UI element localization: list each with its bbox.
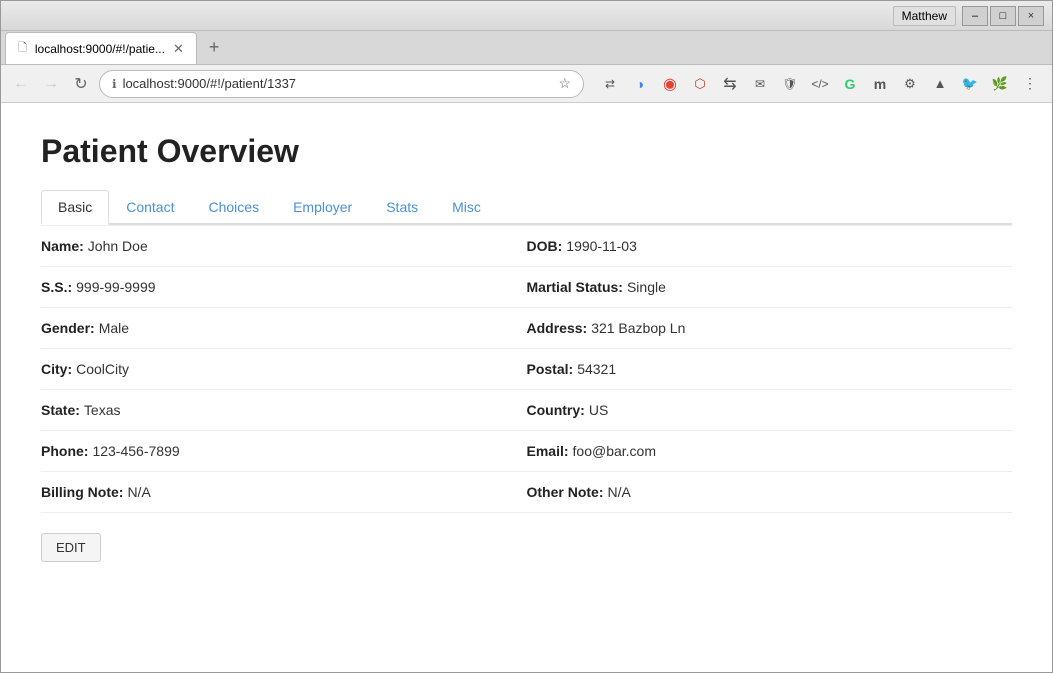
field-label: Martial Status: bbox=[527, 279, 623, 295]
field-label: Gender: bbox=[41, 320, 95, 336]
data-col-left: Billing Note:N/A bbox=[41, 484, 527, 500]
data-col-right: Email:foo@bar.com bbox=[527, 443, 1013, 459]
extension-icon-1[interactable]: ⇄ bbox=[596, 70, 624, 98]
extension-icon-8[interactable]: </> bbox=[806, 70, 834, 98]
data-col-right: Postal:54321 bbox=[527, 361, 1013, 377]
data-col-right: Martial Status:Single bbox=[527, 279, 1013, 295]
extension-icon-12[interactable]: ▲ bbox=[926, 70, 954, 98]
extension-icon-10[interactable]: m bbox=[866, 70, 894, 98]
field-value: US bbox=[589, 402, 608, 418]
close-button[interactable]: × bbox=[1018, 6, 1044, 26]
field-label: State: bbox=[41, 402, 80, 418]
data-col-right: Other Note:N/A bbox=[527, 484, 1013, 500]
data-col-left: Name:John Doe bbox=[41, 238, 527, 254]
address-bar-row: ← → ↻ ℹ localhost:9000/#!/patient/1337 ☆… bbox=[1, 65, 1052, 103]
extension-icon-2[interactable]: ◑ bbox=[626, 70, 654, 98]
tab-page-icon: 🗋 bbox=[18, 39, 27, 58]
extension-icon-3[interactable]: ◉ bbox=[656, 70, 684, 98]
reload-button[interactable]: ↻ bbox=[69, 72, 93, 96]
table-row: Gender:MaleAddress:321 Bazbop Ln bbox=[41, 308, 1012, 349]
tab-choices[interactable]: Choices bbox=[191, 190, 276, 225]
tab-label: localhost:9000/#!/patie... bbox=[35, 42, 165, 56]
address-bar[interactable]: ℹ localhost:9000/#!/patient/1337 ☆ bbox=[99, 70, 584, 98]
extension-icon-4[interactable]: ⬡ bbox=[686, 70, 714, 98]
field-value: 321 Bazbop Ln bbox=[591, 320, 685, 336]
table-row: State:TexasCountry:US bbox=[41, 390, 1012, 431]
url-text: localhost:9000/#!/patient/1337 bbox=[123, 76, 553, 91]
back-button[interactable]: ← bbox=[9, 72, 33, 96]
data-col-right: DOB:1990-11-03 bbox=[527, 238, 1013, 254]
maximize-button[interactable]: □ bbox=[990, 6, 1016, 26]
table-row: City:CoolCityPostal:54321 bbox=[41, 349, 1012, 390]
table-row: Name:John DoeDOB:1990-11-03 bbox=[41, 225, 1012, 267]
field-label: City: bbox=[41, 361, 72, 377]
tab-basic[interactable]: Basic bbox=[41, 190, 109, 225]
extension-icon-14[interactable]: 🌿 bbox=[986, 70, 1014, 98]
tab-contact[interactable]: Contact bbox=[109, 190, 191, 225]
field-label: Name: bbox=[41, 238, 84, 254]
data-col-left: S.S.:999-99-9999 bbox=[41, 279, 527, 295]
field-value: CoolCity bbox=[76, 361, 129, 377]
field-label: Address: bbox=[527, 320, 588, 336]
data-col-left: Gender:Male bbox=[41, 320, 527, 336]
field-label: Phone: bbox=[41, 443, 88, 459]
field-label: Email: bbox=[527, 443, 569, 459]
field-label: Country: bbox=[527, 402, 585, 418]
extension-icon-5[interactable]: ⇆ bbox=[716, 70, 744, 98]
table-row: Billing Note:N/AOther Note:N/A bbox=[41, 472, 1012, 513]
tab-employer[interactable]: Employer bbox=[276, 190, 369, 225]
menu-button[interactable]: ⋮ bbox=[1016, 70, 1044, 98]
field-value: Texas bbox=[84, 402, 121, 418]
browser-tab-bar: 🗋 localhost:9000/#!/patie... ✕ + bbox=[1, 31, 1052, 65]
field-value: 123-456-7899 bbox=[92, 443, 179, 459]
page-title: Patient Overview bbox=[41, 133, 1012, 170]
extension-icon-13[interactable]: 🐦 bbox=[956, 70, 984, 98]
data-section: Name:John DoeDOB:1990-11-03S.S.:999-99-9… bbox=[41, 225, 1012, 513]
tab-misc[interactable]: Misc bbox=[435, 190, 498, 225]
extension-icon-6[interactable]: ✉ bbox=[746, 70, 774, 98]
field-value: Single bbox=[627, 279, 666, 295]
data-col-right: Country:US bbox=[527, 402, 1013, 418]
forward-button[interactable]: → bbox=[39, 72, 63, 96]
tabs-navigation: Basic Contact Choices Employer Stats Mis… bbox=[41, 190, 1012, 225]
data-col-left: City:CoolCity bbox=[41, 361, 527, 377]
page-content: Patient Overview Basic Contact Choices E… bbox=[1, 103, 1052, 672]
field-value: foo@bar.com bbox=[573, 443, 656, 459]
bookmark-icon[interactable]: ☆ bbox=[558, 75, 571, 92]
field-label: S.S.: bbox=[41, 279, 72, 295]
field-label: Postal: bbox=[527, 361, 574, 377]
browser-window: Matthew – □ × 🗋 localhost:9000/#!/patie.… bbox=[0, 0, 1053, 673]
field-value: 999-99-9999 bbox=[76, 279, 155, 295]
tab-close-button[interactable]: ✕ bbox=[173, 41, 184, 57]
extension-icon-7[interactable]: 🛡 bbox=[776, 70, 804, 98]
field-label: DOB: bbox=[527, 238, 563, 254]
data-col-right: Address:321 Bazbop Ln bbox=[527, 320, 1013, 336]
tab-stats[interactable]: Stats bbox=[369, 190, 435, 225]
data-col-left: State:Texas bbox=[41, 402, 527, 418]
data-col-left: Phone:123-456-7899 bbox=[41, 443, 527, 459]
field-value: 54321 bbox=[577, 361, 616, 377]
lock-icon: ℹ bbox=[112, 77, 117, 91]
field-value: Male bbox=[99, 320, 129, 336]
extension-icon-9[interactable]: G bbox=[836, 70, 864, 98]
field-label: Billing Note: bbox=[41, 484, 123, 500]
browser-tab[interactable]: 🗋 localhost:9000/#!/patie... ✕ bbox=[5, 32, 197, 64]
toolbar-icons: ⇄ ◑ ◉ ⬡ ⇆ ✉ 🛡 </> G m ⚙ ▲ 🐦 🌿 ⋮ bbox=[596, 70, 1044, 98]
user-badge: Matthew bbox=[893, 6, 956, 26]
minimize-button[interactable]: – bbox=[962, 6, 988, 26]
new-tab-button[interactable]: + bbox=[201, 33, 228, 62]
table-row: S.S.:999-99-9999Martial Status:Single bbox=[41, 267, 1012, 308]
title-bar: Matthew – □ × bbox=[1, 1, 1052, 31]
field-value: N/A bbox=[127, 484, 150, 500]
extension-icon-11[interactable]: ⚙ bbox=[896, 70, 924, 98]
field-value: John Doe bbox=[88, 238, 148, 254]
field-value: N/A bbox=[608, 484, 631, 500]
edit-button[interactable]: EDIT bbox=[41, 533, 101, 562]
field-label: Other Note: bbox=[527, 484, 604, 500]
window-controls: – □ × bbox=[962, 6, 1044, 26]
field-value: 1990-11-03 bbox=[566, 238, 637, 254]
table-row: Phone:123-456-7899Email:foo@bar.com bbox=[41, 431, 1012, 472]
